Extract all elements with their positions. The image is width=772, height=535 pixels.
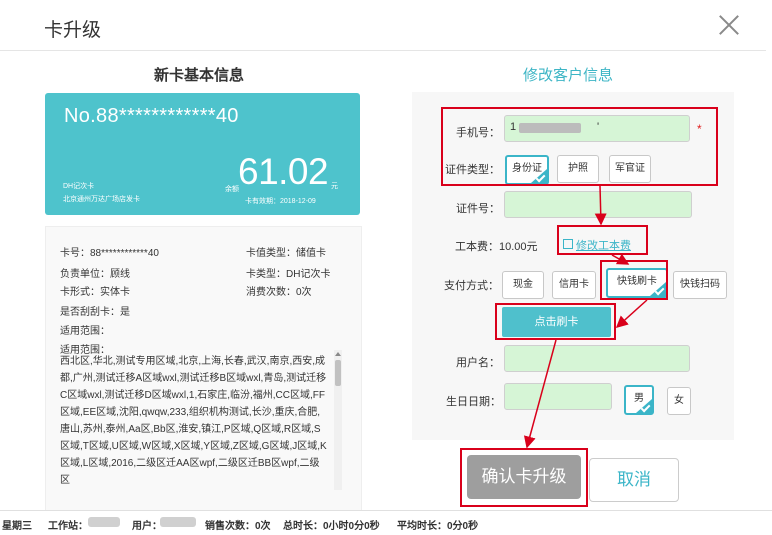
status-workstation: 工作站： — [48, 521, 88, 532]
arrow-swipe-to-confirm — [523, 339, 557, 449]
status-avg-time: 平均时长：0分0秒 — [397, 521, 479, 532]
status-total-time: 总时长：0小时0分0秒 — [283, 521, 380, 532]
status-sales-count: 销售次数：0次 — [205, 521, 271, 532]
workstation-blurred — [88, 517, 120, 527]
user-blurred — [160, 517, 196, 527]
arrow-phone-to-fee — [594, 185, 607, 226]
arrow-fee-to-pay — [611, 253, 630, 265]
arrow-pay-to-swipe — [615, 299, 648, 329]
status-user: 用户： — [132, 521, 162, 532]
status-weekday: 星期三 — [2, 521, 32, 532]
status-bar: 星期三 工作站： 用户： 销售次数：0次 总时长：0小时0分0秒 平均时长：0分… — [0, 510, 772, 535]
annotation-arrows — [523, 185, 648, 449]
